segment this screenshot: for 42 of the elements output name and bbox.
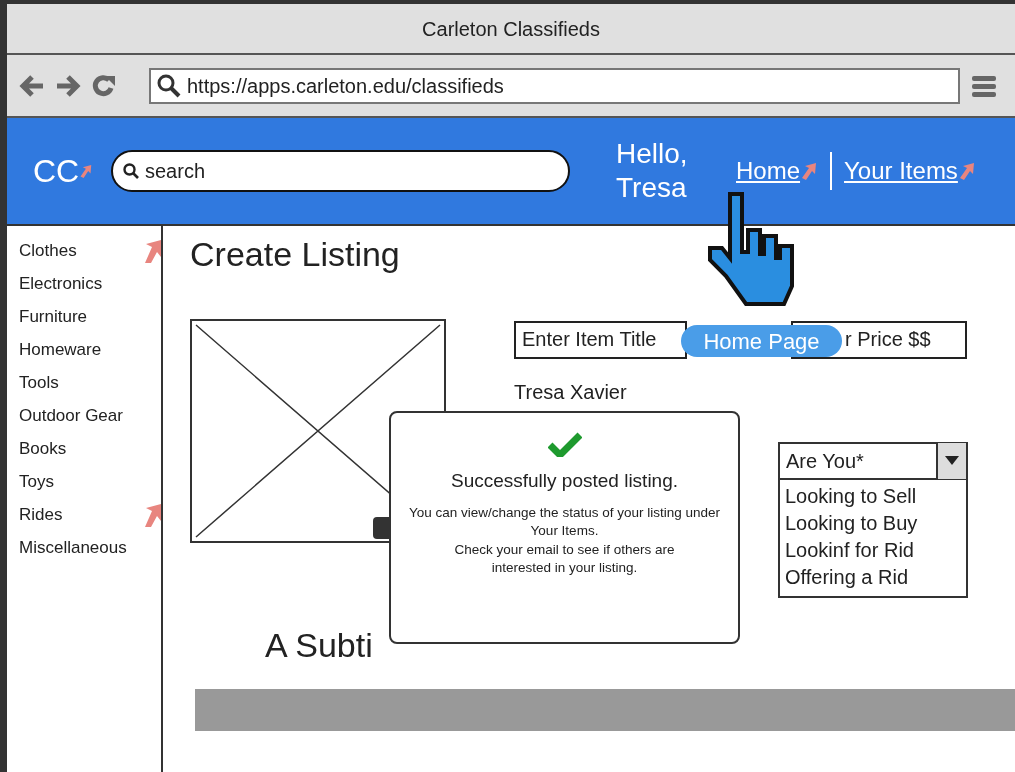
greeting: Hello, Tresa	[616, 137, 689, 205]
title-field[interactable]: Enter Item Title	[514, 320, 687, 359]
reload-icon	[91, 72, 117, 99]
address-bar[interactable]: https://apps.carleton.edu/classifieds	[149, 67, 960, 104]
search-icon	[157, 73, 181, 98]
dropdown-option[interactable]: Lookinf for Rid	[780, 536, 966, 564]
subtitle: A Subti	[265, 624, 374, 666]
search-icon	[123, 163, 139, 179]
search-field[interactable]: search	[111, 150, 570, 192]
sidebar-item[interactable]: Outdoor Gear	[19, 402, 123, 429]
link-marker-icon	[143, 238, 161, 263]
dialog-message: You can view/change the status of your listing under Your Items.	[408, 503, 721, 540]
check-icon	[547, 431, 582, 457]
page-heading: Create Listing	[190, 234, 401, 275]
sidebar-item[interactable]: Clothes	[19, 237, 77, 264]
back-icon	[19, 73, 45, 98]
sidebar-item[interactable]: Toys	[19, 468, 54, 495]
nav-link[interactable]: Home	[736, 153, 801, 189]
sidebar-item[interactable]: Rides	[19, 501, 63, 528]
dialog-title: Successfully posted listing.	[449, 469, 680, 493]
dropdown-option[interactable]: Looking to Sell	[780, 482, 966, 510]
sidebar-item[interactable]: Furniture	[19, 303, 88, 330]
tooltip: Home Page	[681, 325, 842, 357]
dropdown[interactable]: Are You*	[780, 443, 966, 480]
dialog-message: Check your email to see if others are interested in your listing.	[453, 540, 676, 577]
dropdown-option[interactable]: Offering a Rid	[780, 563, 966, 591]
sidebar-item[interactable]: Tools	[19, 369, 59, 396]
dropdown-option[interactable]: Looking to Buy	[780, 509, 966, 537]
link-marker-icon	[143, 502, 161, 527]
link-marker-icon	[957, 161, 976, 181]
menu-icon	[970, 73, 996, 98]
logo: CC	[33, 152, 80, 191]
window-title: Carleton Classifieds	[422, 16, 600, 42]
sidebar-item[interactable]: Electronics	[19, 270, 103, 297]
sidebar-item[interactable]: Books	[19, 435, 67, 462]
sidebar-item[interactable]: Miscellaneous	[19, 534, 127, 561]
caret-icon	[945, 456, 959, 466]
seller-name: Tresa Xavier	[514, 379, 628, 405]
sidebar-item[interactable]: Homeware	[19, 336, 102, 363]
link-marker-icon	[800, 161, 819, 181]
forward-icon	[55, 73, 81, 98]
nav-link[interactable]: Your Items	[844, 153, 958, 189]
